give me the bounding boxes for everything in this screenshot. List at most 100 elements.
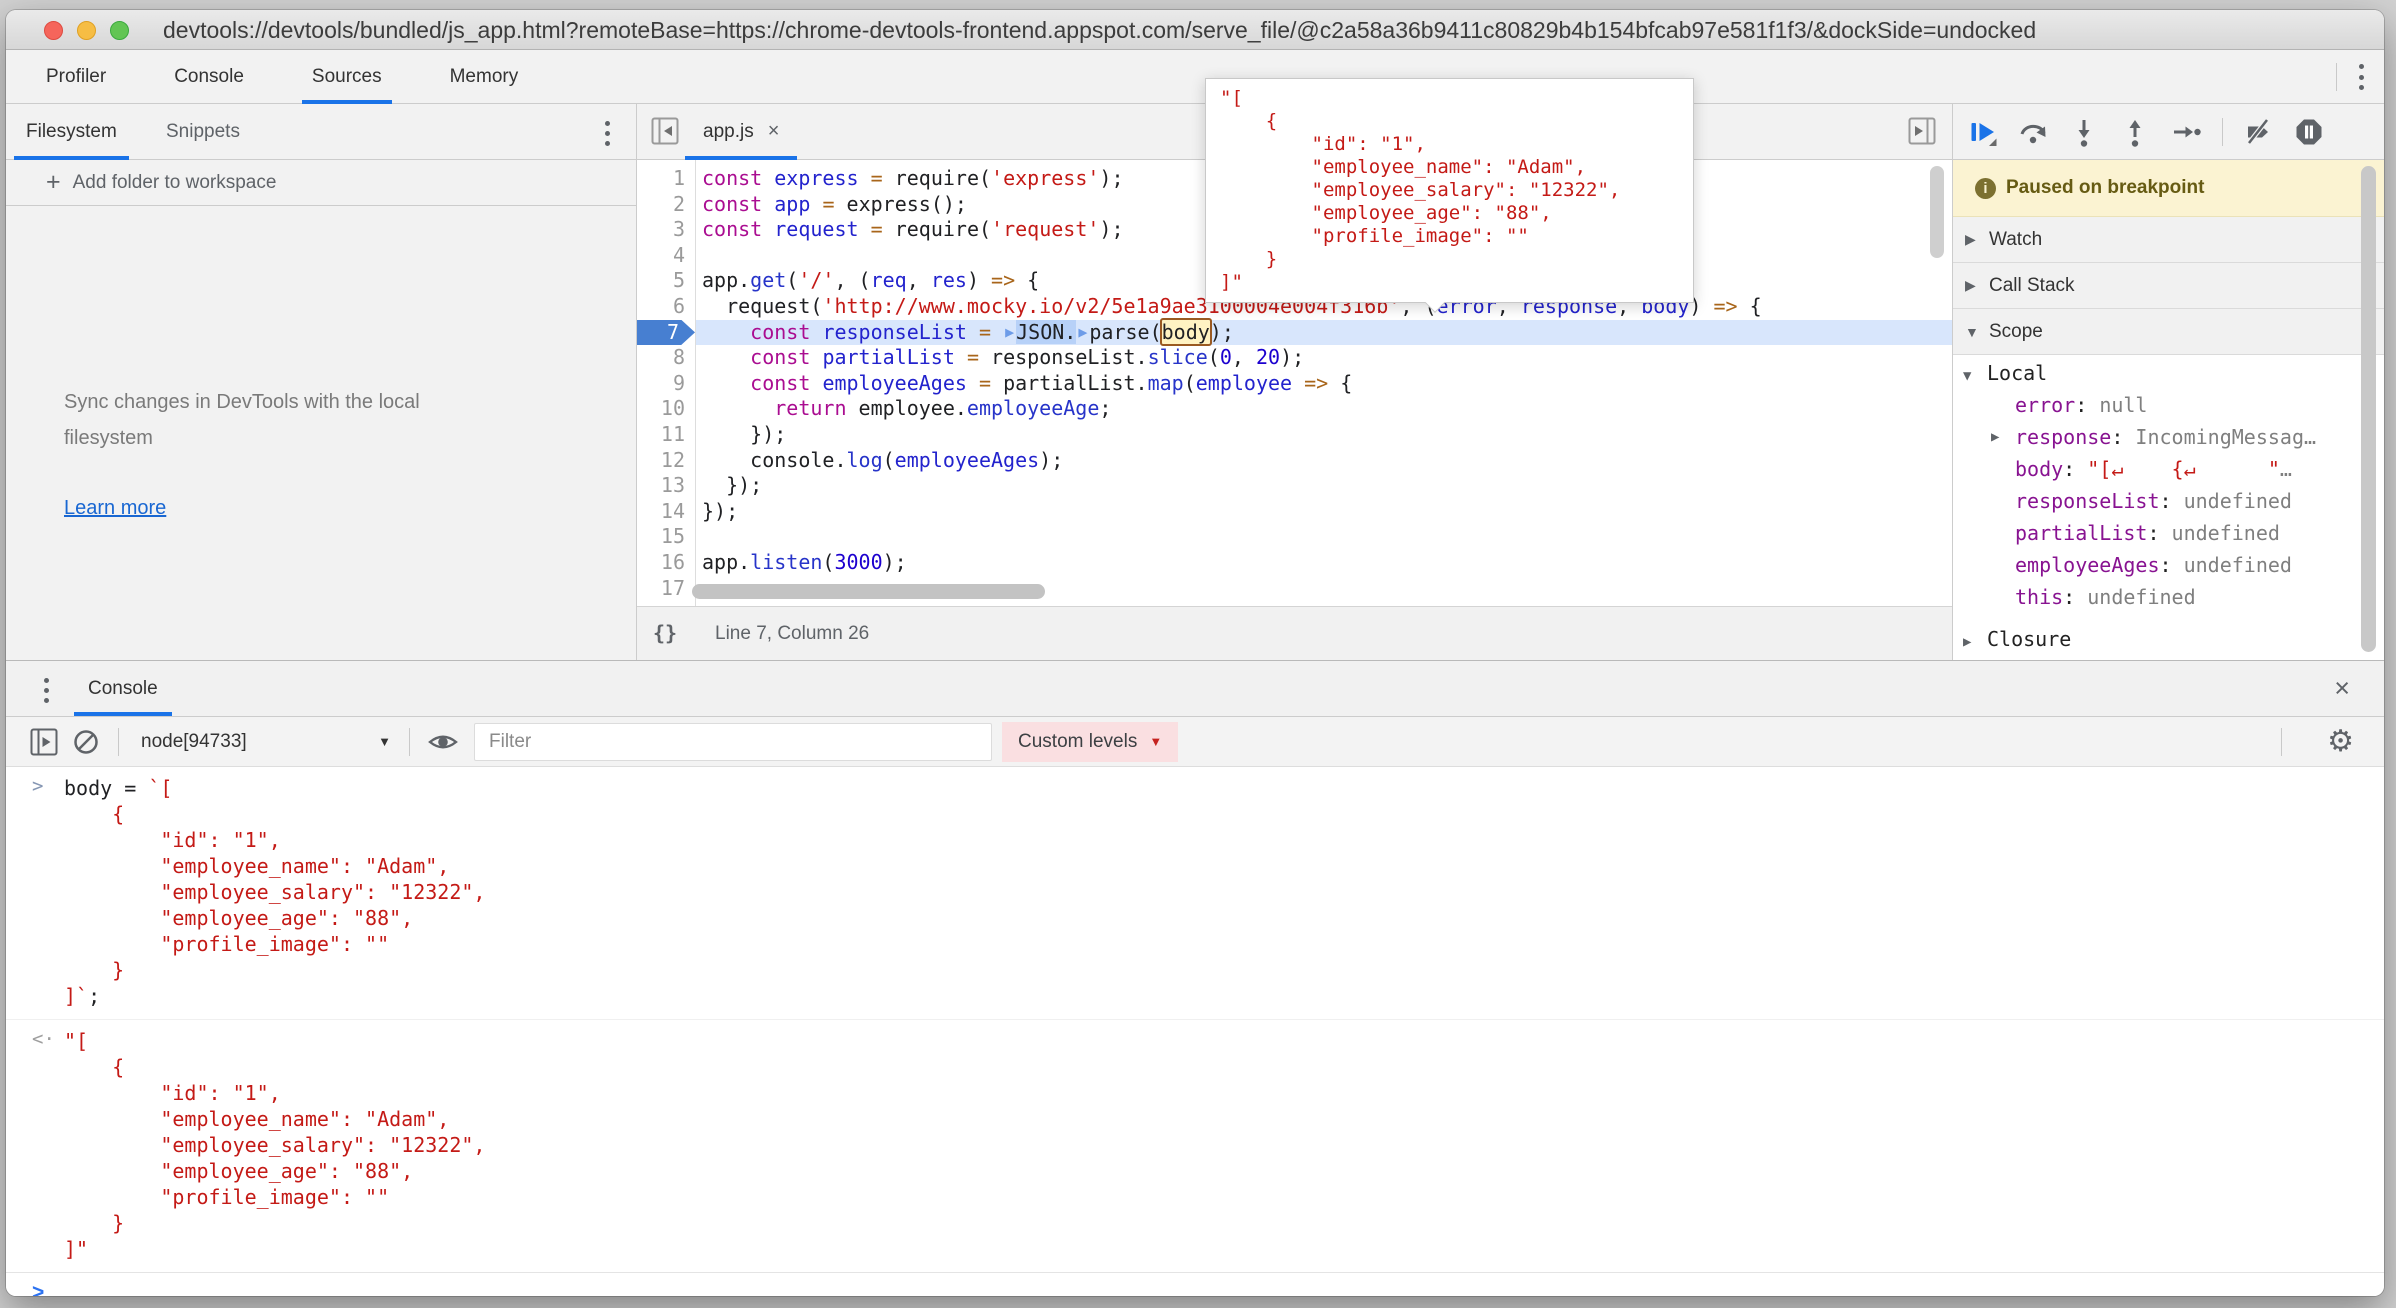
- custom-levels-dropdown[interactable]: Custom levels ▼: [1002, 722, 1178, 762]
- code-line-10[interactable]: return employee.employeeAge;: [696, 396, 1952, 422]
- line-number-12[interactable]: 12: [637, 448, 695, 474]
- code-line-14[interactable]: });: [696, 499, 1952, 525]
- close-icon[interactable]: ×: [768, 120, 780, 142]
- console-prompt[interactable]: >: [6, 1272, 2384, 1296]
- execution-context-selector[interactable]: node[94733] ▼: [141, 731, 391, 753]
- code-line-15[interactable]: [696, 524, 1952, 550]
- console-sidebar-icon[interactable]: [30, 728, 58, 756]
- line-number-1[interactable]: 1: [637, 166, 695, 192]
- step-into-icon[interactable]: [2069, 117, 2099, 147]
- code-line-9[interactable]: const employeeAges = partialList.map(emp…: [696, 371, 1952, 397]
- chevron-down-icon: ▼: [378, 734, 391, 749]
- tab-console[interactable]: Console: [164, 50, 254, 104]
- line-number-17[interactable]: 17: [637, 576, 695, 602]
- tab-memory[interactable]: Memory: [440, 50, 529, 104]
- step-out-icon[interactable]: [2120, 117, 2150, 147]
- editor-statusbar: {} Line 7, Column 26: [637, 606, 1952, 660]
- line-number-5[interactable]: 5: [637, 268, 695, 294]
- scope-var-error[interactable]: error: null: [1953, 389, 2384, 421]
- chevron-right-icon: ▶: [1963, 626, 1987, 658]
- divider: [118, 728, 119, 756]
- code-line-16[interactable]: app.listen(3000);: [696, 550, 1952, 576]
- tab-sources[interactable]: Sources: [302, 50, 392, 104]
- tab-profiler[interactable]: Profiler: [36, 50, 116, 104]
- resume-icon[interactable]: [1967, 117, 1997, 147]
- line-number-14[interactable]: 14: [637, 499, 695, 525]
- console-drawer-header: Console ×: [6, 661, 2384, 717]
- add-folder-button[interactable]: +Add folder to workspace: [6, 160, 636, 206]
- kebab-menu-icon[interactable]: [2359, 62, 2364, 93]
- chevron-right-icon: ▶: [1965, 277, 1989, 294]
- tab-app-js[interactable]: app.js×: [685, 104, 797, 160]
- sources-navigator: Filesystem Snippets +Add folder to works…: [6, 104, 637, 660]
- console-entry-command[interactable]: >body = `[ { "id": "1", "employee_name":…: [6, 767, 2384, 1020]
- settings-gear-icon[interactable]: ⚙: [2327, 726, 2354, 758]
- navigator-hide-icon[interactable]: [651, 117, 679, 145]
- code-line-13[interactable]: });: [696, 473, 1952, 499]
- gutter: 1234567891011121314151617: [637, 166, 695, 601]
- console-drawer: Console × node[94733] ▼ Custom levels ▼ …: [6, 660, 2384, 1296]
- close-icon[interactable]: [44, 21, 63, 40]
- scope-var-responseList[interactable]: responseList: undefined: [1953, 485, 2384, 517]
- code-line-7[interactable]: const responseList = ▶JSON.▶parse(body);: [696, 320, 1952, 346]
- scope-var-this[interactable]: this: undefined: [1953, 581, 2384, 613]
- chevron-right-icon: ▶: [1965, 231, 1989, 248]
- scope-var-employeeAges[interactable]: employeeAges: undefined: [1953, 549, 2384, 581]
- scope-group-closure[interactable]: ▶Closure: [1953, 623, 2384, 655]
- vertical-scrollbar[interactable]: [1930, 166, 1944, 258]
- minimize-icon[interactable]: [77, 21, 96, 40]
- code-line-12[interactable]: console.log(employeeAges);: [696, 448, 1952, 474]
- section-scope[interactable]: ▼Scope: [1953, 309, 2384, 355]
- zoom-icon[interactable]: [110, 21, 129, 40]
- line-number-7[interactable]: 7: [637, 320, 695, 346]
- section-call-stack[interactable]: ▶Call Stack: [1953, 263, 2384, 309]
- line-number-16[interactable]: 16: [637, 550, 695, 576]
- code-line-11[interactable]: });: [696, 422, 1952, 448]
- prompt-chevron-icon: >: [6, 1281, 64, 1296]
- paused-banner: i Paused on breakpoint: [1953, 160, 2384, 217]
- scope-var-body[interactable]: body: "[↵ {↵ "…: [1953, 453, 2384, 485]
- scope-group-local[interactable]: ▼Local: [1953, 357, 2384, 389]
- console-entry-result[interactable]: <·"[ { "id": "1", "employee_name": "Adam…: [6, 1020, 2384, 1272]
- line-number-2[interactable]: 2: [637, 192, 695, 218]
- scope-var-partialList[interactable]: partialList: undefined: [1953, 517, 2384, 549]
- close-icon[interactable]: ×: [2334, 661, 2350, 715]
- step-over-icon[interactable]: [2018, 117, 2048, 147]
- line-number-3[interactable]: 3: [637, 217, 695, 243]
- line-number-11[interactable]: 11: [637, 422, 695, 448]
- line-number-8[interactable]: 8: [637, 345, 695, 371]
- debugger-show-icon[interactable]: [1908, 117, 1936, 145]
- line-number-9[interactable]: 9: [637, 371, 695, 397]
- line-number-15[interactable]: 15: [637, 524, 695, 550]
- kebab-menu-icon[interactable]: [605, 118, 610, 149]
- line-number-6[interactable]: 6: [637, 294, 695, 320]
- clear-console-icon[interactable]: [72, 728, 100, 756]
- scope-var-response[interactable]: ▶response: IncomingMessag…: [1953, 421, 2384, 453]
- chevron-down-icon: ▼: [1963, 360, 1987, 392]
- code-line-8[interactable]: const partialList = responseList.slice(0…: [696, 345, 1952, 371]
- tab-console[interactable]: Console: [88, 661, 158, 716]
- line-number-4[interactable]: 4: [637, 243, 695, 269]
- value-tooltip: "[ { "id": "1", "employee_name": "Adam",…: [1205, 78, 1694, 303]
- pretty-print-icon[interactable]: {}: [653, 607, 677, 660]
- horizontal-scrollbar[interactable]: [692, 584, 1045, 599]
- plus-icon: +: [46, 168, 61, 196]
- eye-icon[interactable]: [428, 730, 458, 754]
- tab-filesystem[interactable]: Filesystem: [14, 104, 129, 160]
- learn-more-link[interactable]: Learn more: [64, 497, 166, 520]
- debugger-sections: ▶Watch▶Call Stack▼Scope: [1953, 217, 2384, 355]
- divider: [409, 728, 410, 756]
- line-number-13[interactable]: 13: [637, 473, 695, 499]
- line-number-10[interactable]: 10: [637, 396, 695, 422]
- value-tooltip-content: "[ { "id": "1", "employee_name": "Adam",…: [1220, 87, 1679, 294]
- step-icon[interactable]: [2171, 117, 2201, 147]
- section-watch[interactable]: ▶Watch: [1953, 217, 2384, 263]
- filter-input[interactable]: [474, 723, 992, 761]
- chevron-down-icon: ▼: [1965, 324, 1989, 340]
- console-toolbar: node[94733] ▼ Custom levels ▼ ⚙: [6, 717, 2384, 767]
- deactivate-breakpoints-icon[interactable]: [2243, 117, 2273, 147]
- tab-snippets[interactable]: Snippets: [154, 104, 252, 160]
- kebab-menu-icon[interactable]: [44, 675, 49, 706]
- panel-scrollbar[interactable]: [2361, 166, 2376, 652]
- pause-on-exceptions-icon[interactable]: [2294, 117, 2324, 147]
